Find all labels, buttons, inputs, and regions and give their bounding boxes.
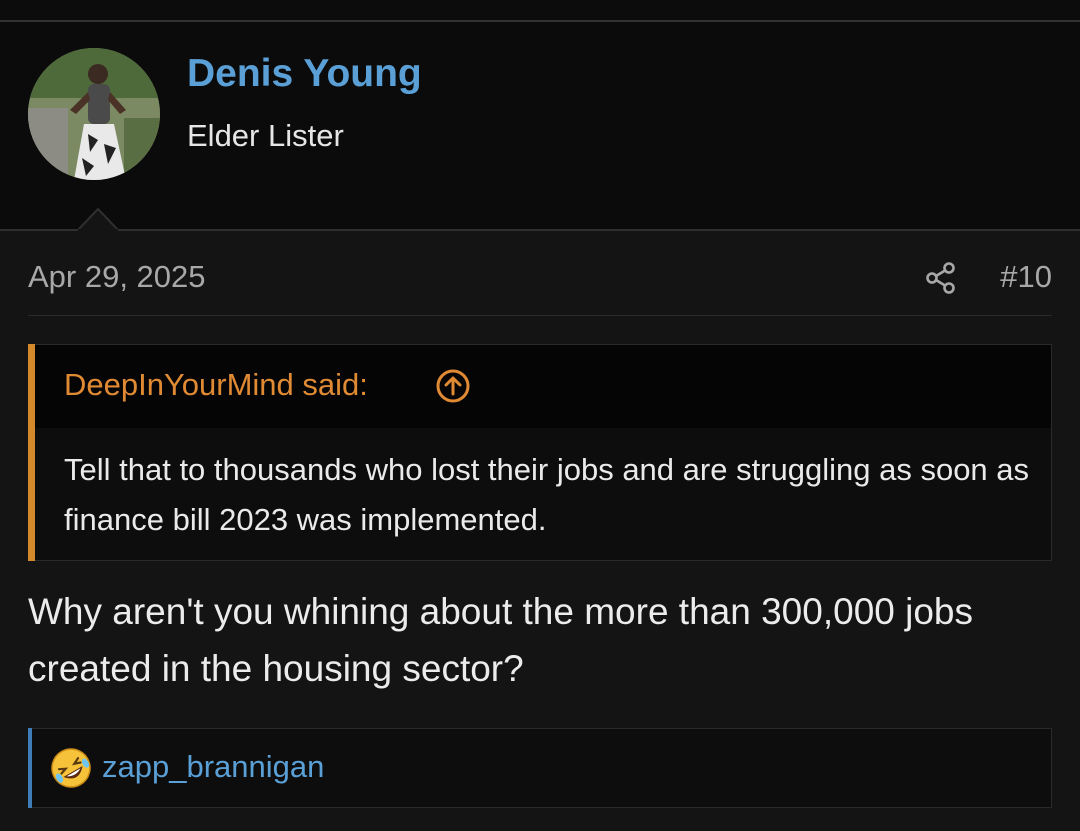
user-title: Elder Lister [187, 118, 344, 153]
post-user-header: Denis Young Elder Lister [0, 22, 1080, 231]
reaction-bar[interactable]: zapp_brannigan [28, 728, 1052, 808]
quote-header: DeepInYourMind said: [35, 345, 1051, 428]
header-pointer-arrow [78, 207, 118, 231]
share-icon[interactable] [924, 261, 958, 295]
username-link[interactable]: Denis Young [187, 52, 422, 96]
top-strip [0, 0, 1080, 22]
post-date-link[interactable]: Apr 29, 2025 [28, 259, 206, 295]
quote-block: DeepInYourMind said: Tell that to thousa… [28, 344, 1052, 561]
avatar-photo [28, 48, 160, 180]
reaction-user-link[interactable]: zapp_brannigan [102, 749, 324, 785]
quote-author-link[interactable]: DeepInYourMind said: [64, 367, 368, 403]
arrow-up-circle-icon[interactable] [435, 368, 471, 404]
quote-text: Tell that to thousands who lost their jo… [64, 452, 1030, 537]
reaction-accent-bar [28, 728, 32, 808]
rolling-laughing-emoji-icon[interactable] [50, 747, 92, 789]
post-body-text: Why aren't you whining about the more th… [28, 591, 973, 689]
avatar[interactable] [28, 48, 160, 180]
quote-accent-bar [28, 344, 35, 561]
post-number-link[interactable]: #10 [1000, 259, 1052, 295]
post-meta-bar: Apr 29, 2025 #10 [28, 259, 1052, 316]
forum-post-page: Denis Young Elder Lister Apr 29, 2025 #1… [0, 0, 1080, 831]
